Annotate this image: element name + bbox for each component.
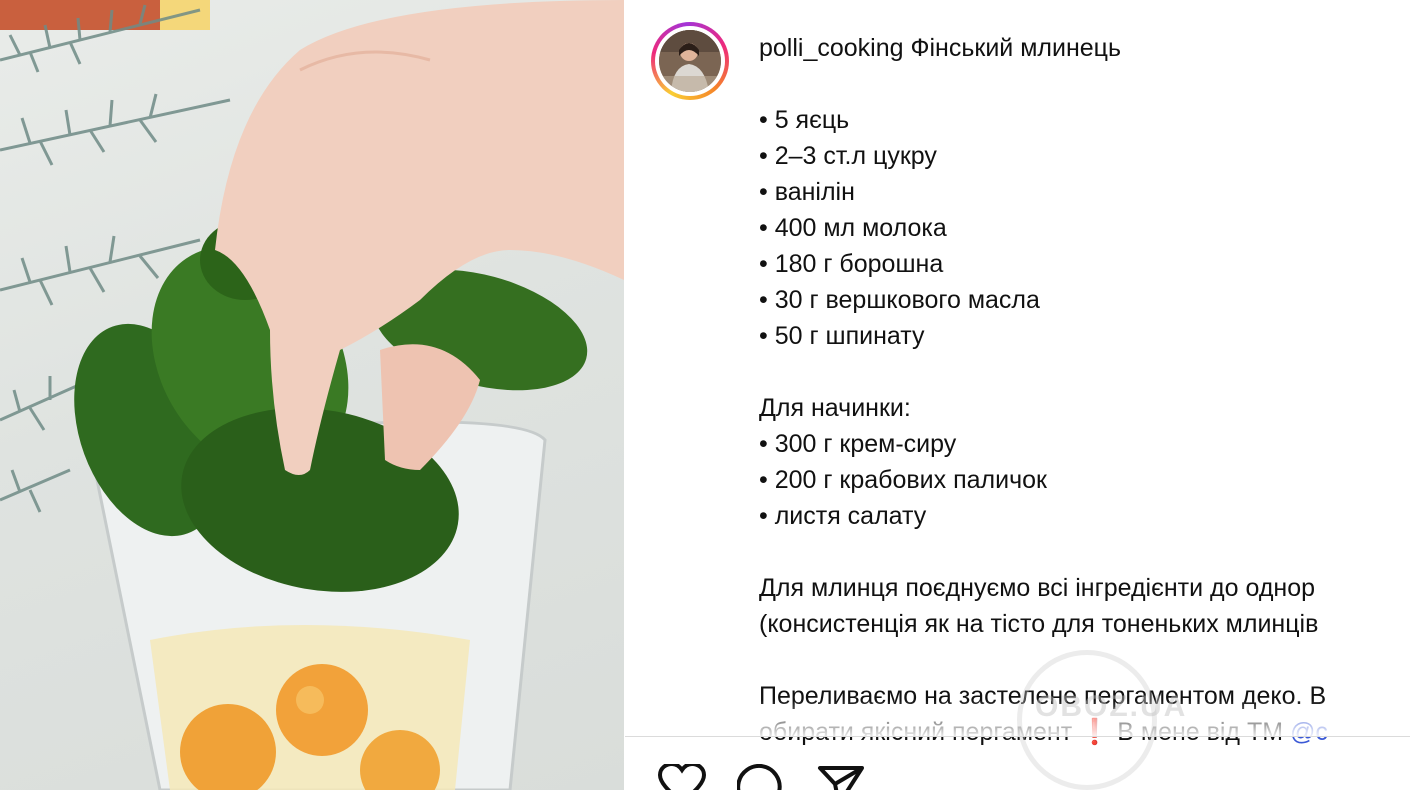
ingredient-item: • 5 яєць xyxy=(759,106,850,134)
avatar-photo xyxy=(659,30,721,92)
share-icon[interactable] xyxy=(817,764,865,790)
ingredient-item: • ванілін xyxy=(759,178,855,206)
post-title: Фінський млинець xyxy=(910,34,1122,62)
filling-header: Для начинки: xyxy=(759,394,911,422)
post-caption: polli_cooking Фінський млинець • 5 яєць … xyxy=(759,30,1410,750)
divider xyxy=(625,736,1410,737)
ingredient-item: • 180 г борошна xyxy=(759,250,944,278)
ingredient-item: • 2–3 ст.л цукру xyxy=(759,142,937,170)
paragraph-line: (консистенція як на тісто для тоненьких … xyxy=(759,610,1319,638)
username-link[interactable]: polli_cooking xyxy=(759,34,904,62)
heart-icon[interactable] xyxy=(657,761,707,790)
comment-icon[interactable] xyxy=(736,763,785,790)
ingredient-item: • 400 мл молока xyxy=(759,214,947,242)
ingredient-item: • 50 г шпинату xyxy=(759,322,925,350)
filling-item: • 300 г крем-сиру xyxy=(759,430,957,458)
post-panel: polli_cooking Фінський млинець • 5 яєць … xyxy=(625,0,1410,790)
post-media[interactable] xyxy=(0,0,624,790)
avatar[interactable] xyxy=(651,22,729,100)
filling-item: • 200 г крабових паличок xyxy=(759,466,1047,494)
filling-item: • листя салату xyxy=(759,502,927,530)
ingredient-item: • 30 г вершкового масла xyxy=(759,286,1040,314)
watermark-text: OBOZ.UA xyxy=(1035,690,1188,723)
recipe-photo xyxy=(0,0,624,790)
paragraph-line: Для млинця поєднуємо всі інгредієнти до … xyxy=(759,574,1316,602)
